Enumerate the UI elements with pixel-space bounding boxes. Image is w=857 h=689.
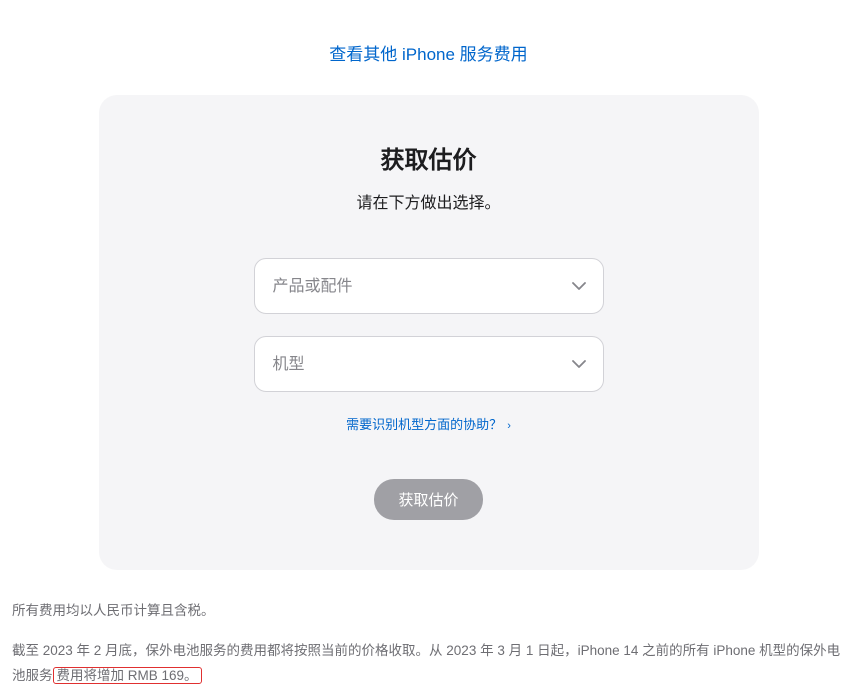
model-select-group: 机型 [254,336,604,392]
model-select-wrapper: 机型 [254,336,604,392]
chevron-right-icon: › [504,420,511,432]
get-estimate-button[interactable]: 获取估价 [374,479,482,520]
footer-text: 所有费用均以人民币计算且含税。 截至 2023 年 2 月底，保外电池服务的费用… [12,598,845,689]
product-select-wrapper: 产品或配件 [254,258,604,314]
price-increase-highlight: 费用将增加 RMB 169。 [53,667,202,684]
product-select[interactable]: 产品或配件 [254,258,604,314]
card-subtitle: 请在下方做出选择。 [149,189,709,213]
footer-line-2: 截至 2023 年 2 月底，保外电池服务的费用都将按照当前的价格收取。从 20… [12,638,845,689]
top-link-container: 查看其他 iPhone 服务费用 [0,0,857,95]
help-link-text: 需要识别机型方面的协助？ [346,417,502,432]
card-title: 获取估价 [149,140,709,175]
other-services-link[interactable]: 查看其他 iPhone 服务费用 [329,45,527,64]
product-select-group: 产品或配件 [254,258,604,314]
estimate-card: 获取估价 请在下方做出选择。 产品或配件 机型 需要识别机型方面的协助？ › [99,95,759,570]
help-link-container: 需要识别机型方面的协助？ › [149,414,709,434]
model-select[interactable]: 机型 [254,336,604,392]
submit-wrapper: 获取估价 [149,479,709,520]
footer-line-1: 所有费用均以人民币计算且含税。 [12,598,845,624]
identify-model-help-link[interactable]: 需要识别机型方面的协助？ › [346,417,511,432]
